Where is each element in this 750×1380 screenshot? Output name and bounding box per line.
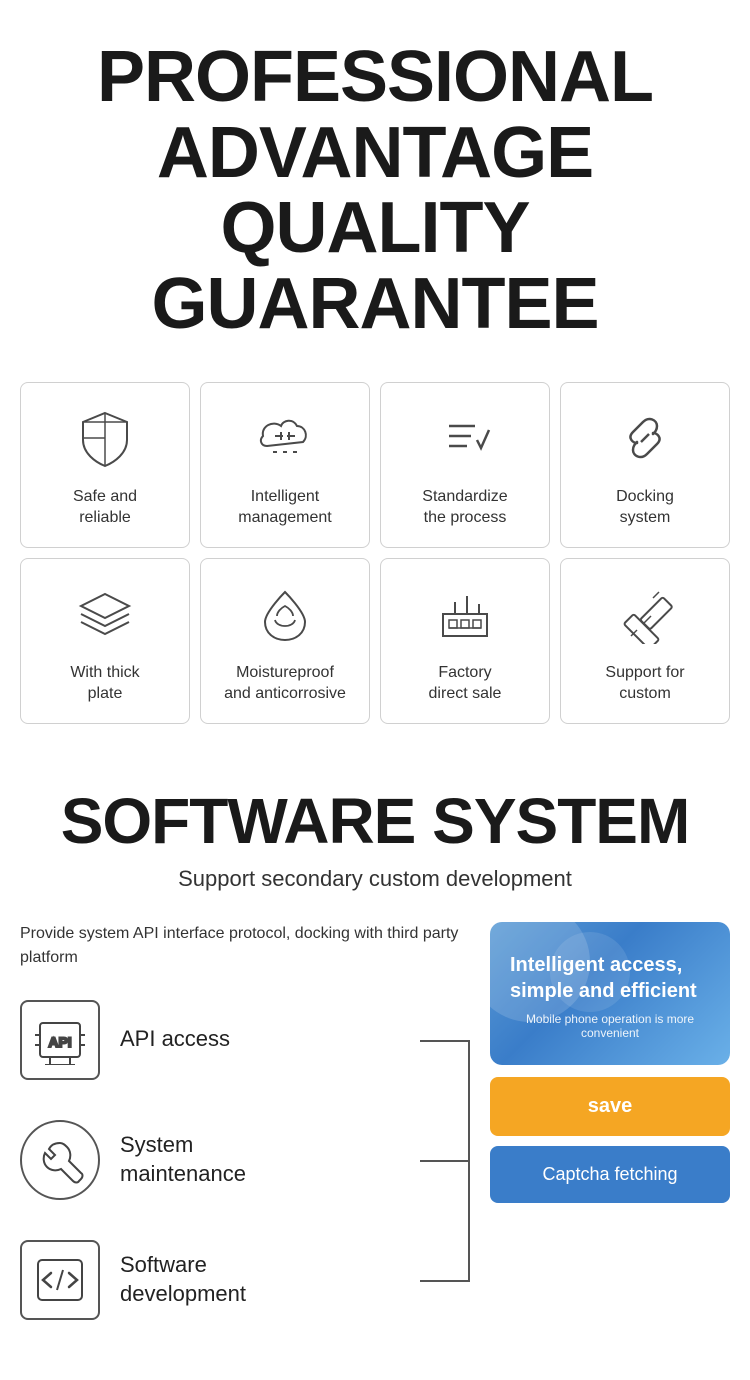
feature-card-docking: Dockingsystem <box>560 382 730 548</box>
feature-label-docking: Dockingsystem <box>616 487 674 529</box>
list-check-icon <box>430 403 500 473</box>
software-subtitle: Support secondary custom development <box>20 866 730 892</box>
software-item-label-development: Softwaredevelopment <box>120 1251 246 1308</box>
header-title: PROFESSIONAL ADVANTAGE QUALITY GUARANTEE <box>20 40 730 342</box>
software-item-api: API API access <box>20 1000 470 1080</box>
feature-label-safe-reliable: Safe andreliable <box>73 487 137 529</box>
feature-card-custom: Support forcustom <box>560 558 730 724</box>
layers-icon <box>70 579 140 649</box>
svg-text:API: API <box>48 1034 71 1050</box>
software-title: SOFTWARE SYSTEM <box>20 784 730 858</box>
captcha-button[interactable]: Captcha fetching <box>490 1146 730 1203</box>
software-item-label-maintenance: Systemmaintenance <box>120 1131 246 1188</box>
feature-label-custom: Support forcustom <box>605 663 684 705</box>
software-item-development: Softwaredevelopment <box>20 1240 470 1320</box>
pencil-ruler-icon <box>610 579 680 649</box>
feature-card-moistureproof: Moistureproofand anticorrosive <box>200 558 370 724</box>
software-section: SOFTWARE SYSTEM Support secondary custom… <box>0 754 750 1380</box>
droplet-shield-icon <box>250 579 320 649</box>
feature-card-factory: Factorydirect sale <box>380 558 550 724</box>
software-items: API API access <box>20 1000 470 1320</box>
feature-card-thick-plate: With thickplate <box>20 558 190 724</box>
feature-row-1: Safe andreliable Intelligentmanagement <box>20 382 730 548</box>
feature-label-factory: Factorydirect sale <box>429 663 502 705</box>
feature-label-intelligent: Intelligentmanagement <box>238 487 331 529</box>
shield-icon <box>70 403 140 473</box>
header-section: PROFESSIONAL ADVANTAGE QUALITY GUARANTEE <box>0 0 750 372</box>
factory-icon <box>430 579 500 649</box>
feature-label-thick-plate: With thickplate <box>70 663 139 705</box>
code-icon <box>20 1240 100 1320</box>
cloud-gear-icon <box>250 403 320 473</box>
feature-card-standardize: Standardizethe process <box>380 382 550 548</box>
software-right: Intelligent access, simple and efficient… <box>490 922 730 1203</box>
software-item-maintenance: Systemmaintenance <box>20 1120 470 1200</box>
link-icon <box>610 403 680 473</box>
save-button[interactable]: save <box>490 1077 730 1136</box>
software-item-label-api: API access <box>120 1025 230 1054</box>
wrench-icon <box>20 1120 100 1200</box>
feature-section: Safe andreliable Intelligentmanagement <box>0 372 750 753</box>
software-content: Provide system API interface protocol, d… <box>20 922 730 1360</box>
feature-row-2: With thickplate Moistureproofand anticor… <box>20 558 730 724</box>
feature-card-safe-reliable: Safe andreliable <box>20 382 190 548</box>
software-description: Provide system API interface protocol, d… <box>20 922 470 970</box>
feature-label-standardize: Standardizethe process <box>422 487 507 529</box>
phone-card-title: Intelligent access, simple and efficient <box>510 952 710 1004</box>
feature-card-intelligent: Intelligentmanagement <box>200 382 370 548</box>
phone-card-subtitle: Mobile phone operation is more convenien… <box>510 1012 710 1040</box>
api-icon: API <box>20 1000 100 1080</box>
phone-card: Intelligent access, simple and efficient… <box>490 922 730 1065</box>
feature-label-moistureproof: Moistureproofand anticorrosive <box>224 663 346 705</box>
software-left: Provide system API interface protocol, d… <box>20 922 470 1360</box>
